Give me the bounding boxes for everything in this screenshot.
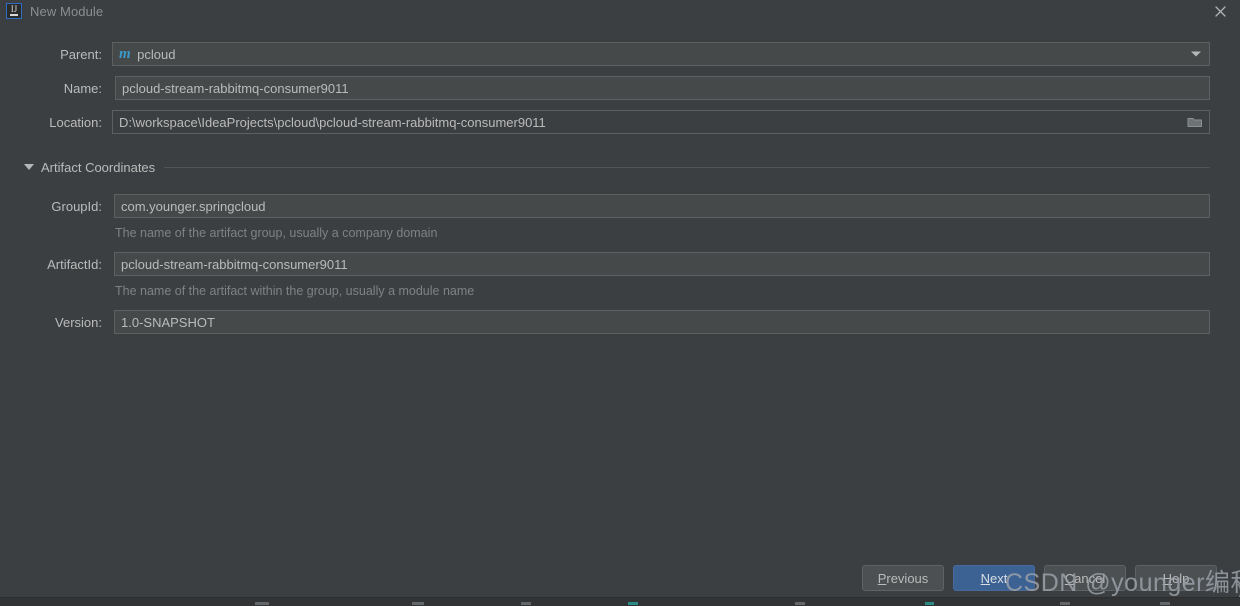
intellij-idea-icon-letters: IJ [10,4,18,14]
chevron-down-icon[interactable] [1191,51,1201,57]
cancel-button-label: Cancel [1064,570,1106,586]
strip-tick [1160,602,1170,605]
previous-button-label: Previous [877,570,929,586]
previous-button[interactable]: Previous [862,565,944,591]
window-titlebar: IJ New Module [0,0,1240,22]
strip-tick [412,602,424,605]
version-label: Version: [55,314,102,330]
window-title: New Module [30,3,104,19]
parent-value: pcloud [137,46,176,62]
location-label-row: Location: [24,110,102,134]
maven-icon: m [119,45,131,62]
version-label-row: Version: [24,310,102,334]
next-button[interactable]: Next [953,565,1035,591]
name-value: pcloud-stream-rabbitmq-consumer9011 [122,80,349,96]
location-value: D:\workspace\IdeaProjects\pcloud\pcloud-… [119,114,546,130]
strip-tick [628,602,638,605]
artifactid-label: ArtifactId: [47,256,102,272]
next-button-label: Next [980,570,1008,586]
close-icon[interactable] [1200,0,1240,22]
artifactid-input[interactable]: pcloud-stream-rabbitmq-consumer9011 [114,252,1210,276]
intellij-idea-icon-bar [10,14,18,16]
parent-combobox[interactable]: m pcloud [112,42,1210,66]
location-label: Location: [49,114,102,130]
name-label-row: Name: [24,76,102,100]
folder-icon[interactable] [1187,115,1203,129]
name-label: Name: [63,80,102,96]
artifactid-hint: The name of the artifact within the grou… [115,284,475,298]
strip-tick [255,602,269,605]
name-input[interactable]: pcloud-stream-rabbitmq-consumer9011 [115,76,1210,100]
version-input[interactable]: 1.0-SNAPSHOT [114,310,1210,334]
groupid-input[interactable]: com.younger.springcloud [114,194,1210,218]
location-input[interactable]: D:\workspace\IdeaProjects\pcloud\pcloud-… [112,110,1210,134]
artifact-coordinates-section-header[interactable]: Artifact Coordinates [24,158,1210,176]
section-divider [164,166,1210,168]
version-value: 1.0-SNAPSHOT [121,314,215,330]
strip-tick [1060,602,1070,605]
parent-label-row: Parent: [24,42,102,66]
groupid-value: com.younger.springcloud [121,198,266,214]
parent-label: Parent: [60,46,102,62]
dialog-content: Parent: m pcloud Name: pcloud-stream-rab… [0,22,1240,606]
triangle-down-icon[interactable] [24,164,34,170]
groupid-hint: The name of the artifact group, usually … [115,226,438,240]
artifact-coordinates-title: Artifact Coordinates [41,159,156,175]
strip-tick [925,602,934,605]
help-button[interactable]: Help [1135,565,1217,591]
background-window-strip [0,597,1240,606]
groupid-label: GroupId: [51,198,102,214]
strip-tick [521,602,531,605]
cancel-button[interactable]: Cancel [1044,565,1126,591]
help-button-label: Help [1162,570,1190,586]
strip-tick [795,602,805,605]
intellij-idea-icon: IJ [6,3,22,19]
artifactid-value: pcloud-stream-rabbitmq-consumer9011 [121,256,348,272]
groupid-label-row: GroupId: [24,194,102,218]
artifactid-label-row: ArtifactId: [24,252,102,276]
